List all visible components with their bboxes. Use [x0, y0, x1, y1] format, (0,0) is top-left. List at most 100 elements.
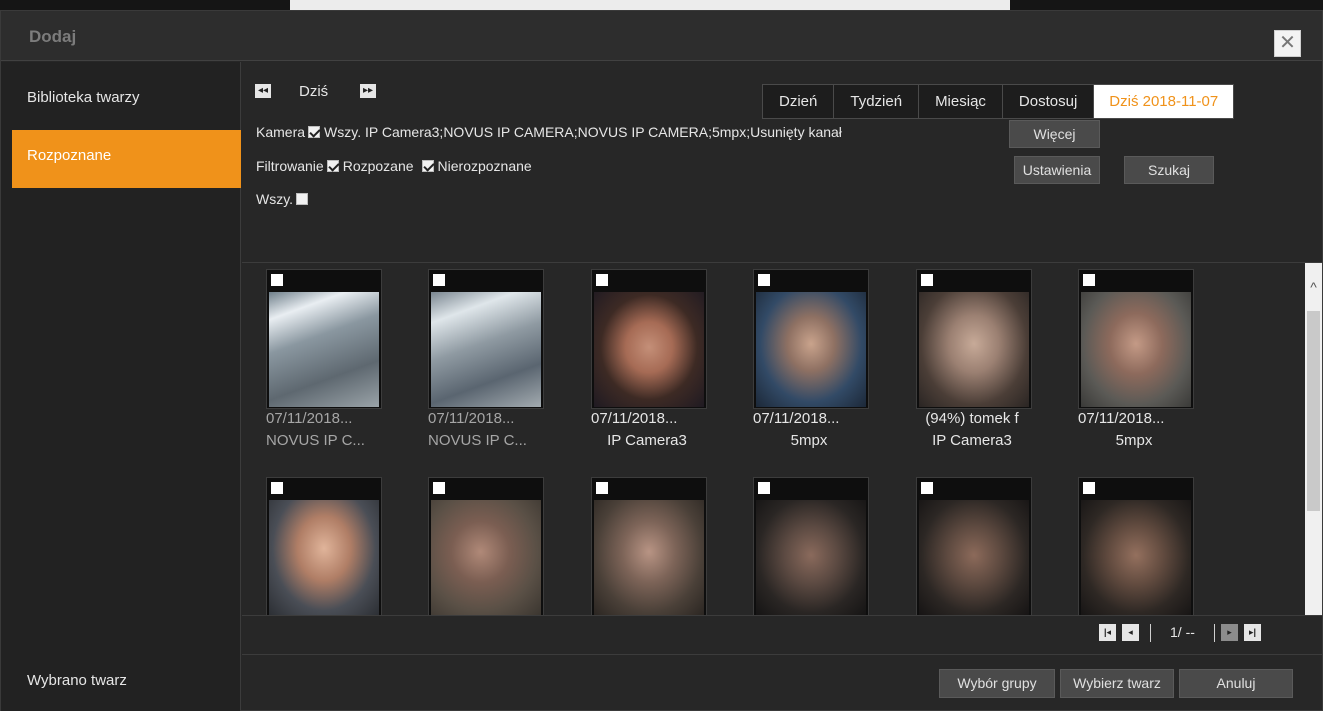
first-page-icon[interactable]: |◂ [1099, 624, 1116, 641]
tab-month[interactable]: Miesiąc [919, 85, 1003, 118]
face-gallery: 07/11/2018... NOVUS IP C... 07/11/2018... N… [242, 262, 1322, 655]
settings-button[interactable]: Ustawienia [1014, 156, 1100, 184]
select-face-button[interactable]: Wybierz twarz [1060, 669, 1174, 698]
face-thumbnail-frame[interactable] [916, 477, 1032, 617]
face-snapshot-image [756, 292, 866, 407]
face-select-checkbox[interactable] [921, 274, 933, 286]
face-snapshot-image [594, 292, 704, 407]
face-snapshot-image [919, 500, 1029, 615]
face-thumbnail-frame[interactable] [753, 477, 869, 617]
face-thumbnail-frame[interactable] [428, 269, 544, 409]
face-thumbnail-frame[interactable] [428, 477, 544, 617]
face-thumbnail-frame[interactable] [916, 269, 1032, 409]
today-label: Dziś [299, 83, 329, 100]
face-card-timestamp: 07/11/2018... [428, 410, 515, 427]
face-snapshot-image [431, 500, 541, 615]
search-button[interactable]: Szukaj [1124, 156, 1214, 184]
main-panel: ◂◂ Dziś ▸▸ Dzień Tydzień Miesiąc Dostosu… [242, 62, 1322, 711]
face-select-checkbox[interactable] [271, 274, 283, 286]
sidebar-item-label: Biblioteka twarzy [27, 89, 140, 106]
face-card-camera: IP Camera3 [932, 432, 1012, 449]
gallery-scrollbar[interactable]: ^ v [1305, 263, 1322, 655]
street-snapshot-image [431, 292, 541, 407]
face-thumbnail-frame[interactable] [591, 269, 707, 409]
rewind-icon: ◂◂ [257, 85, 269, 96]
tab-week[interactable]: Tydzień [834, 85, 920, 118]
pager-separator [1150, 624, 1151, 642]
face-thumbnail-frame[interactable] [591, 477, 707, 617]
street-snapshot-image [269, 292, 379, 407]
select-all-row: Wszy. [256, 191, 312, 207]
recognition-filter-row: Filtrowanie Rozpozane Nierozpoznane [256, 158, 532, 174]
recognized-checkbox[interactable] [326, 160, 339, 172]
group-select-button[interactable]: Wybór grupy [939, 669, 1055, 698]
filter-label: Filtrowanie [256, 158, 324, 174]
face-select-checkbox[interactable] [596, 274, 608, 286]
face-thumbnail-frame[interactable] [266, 477, 382, 617]
unrecognized-checkbox[interactable] [421, 160, 434, 172]
face-select-checkbox[interactable] [271, 482, 283, 494]
add-dialog: Dodaj ✕ Biblioteka twarzy Rozpoznane Wyb… [0, 10, 1323, 711]
prev-period-button[interactable]: ◂◂ [255, 84, 271, 98]
close-button[interactable]: ✕ [1274, 30, 1301, 57]
prev-page-icon[interactable]: ◂ [1122, 624, 1139, 641]
face-card-timestamp: 07/11/2018... [753, 410, 840, 427]
face-snapshot-image [269, 500, 379, 615]
selected-face-label: Wybrano twarz [27, 672, 127, 689]
select-all-checkbox[interactable] [296, 193, 309, 205]
unrecognized-label: Nierozpoznane [437, 158, 532, 174]
camera-all-checkbox[interactable] [308, 126, 321, 138]
period-selector: Dzień Tydzień Miesiąc Dostosuj Dziś 2018… [762, 84, 1235, 119]
top-strip-light [290, 0, 1010, 10]
face-card[interactable]: 07/11/2018... NOVUS IP C... [242, 263, 402, 458]
dialog-title: Dodaj [29, 27, 77, 46]
face-card[interactable]: 07/11/2018... IP Camera3 [567, 263, 727, 458]
face-card[interactable]: 07/11/2018... 5mpx [729, 263, 889, 458]
face-thumbnail-frame[interactable] [753, 269, 869, 409]
face-select-checkbox[interactable] [1083, 274, 1095, 286]
page-indicator: 1/ -- [1170, 624, 1195, 640]
face-card[interactable]: (94%) tomek f IP Camera3 [892, 263, 1052, 458]
face-select-checkbox[interactable] [596, 482, 608, 494]
face-card[interactable]: 07/11/2018... 5mpx [1054, 263, 1214, 458]
face-thumbnail-frame[interactable] [1078, 269, 1194, 409]
camera-filter-row: Kamera Wszy. IP Camera3;NOVUS IP CAMERA;N… [256, 124, 842, 140]
window-top-strip [0, 0, 1323, 10]
face-card[interactable]: 07/11/2018... NOVUS IP C... [404, 263, 564, 458]
camera-label: Kamera [256, 124, 306, 140]
face-card-camera: IP Camera3 [607, 432, 687, 449]
camera-value: Wszy. IP Camera3;NOVUS IP CAMERA;NOVUS I… [324, 124, 842, 140]
face-card-timestamp: 07/11/2018... [1078, 410, 1165, 427]
next-period-button[interactable]: ▸▸ [360, 84, 376, 98]
face-card-timestamp: 07/11/2018... [266, 410, 353, 427]
tab-today-date[interactable]: Dziś 2018-11-07 [1094, 85, 1234, 118]
next-page-icon[interactable]: ▸ [1221, 624, 1238, 641]
fast-forward-icon: ▸▸ [362, 85, 374, 96]
face-select-checkbox[interactable] [433, 274, 445, 286]
face-snapshot-image [1081, 292, 1191, 407]
scroll-thumb[interactable] [1307, 311, 1320, 511]
tab-day[interactable]: Dzień [763, 85, 835, 118]
pager-separator [1214, 624, 1215, 642]
scroll-up-icon[interactable]: ^ [1305, 279, 1322, 296]
face-snapshot-image [919, 292, 1029, 407]
sidebar-item-recognized[interactable]: Rozpoznane [12, 130, 241, 188]
face-card-camera: NOVUS IP C... [428, 432, 527, 449]
face-select-checkbox[interactable] [921, 482, 933, 494]
face-select-checkbox[interactable] [758, 274, 770, 286]
face-select-checkbox[interactable] [758, 482, 770, 494]
sidebar: Biblioteka twarzy Rozpoznane Wybrano twa… [1, 62, 241, 711]
face-card-camera: 5mpx [1115, 432, 1153, 449]
face-thumbnail-frame[interactable] [266, 269, 382, 409]
sidebar-item-face-library[interactable]: Biblioteka twarzy [12, 72, 241, 130]
pager-bar: |◂ ◂ 1/ -- ▸ ▸| [242, 615, 1322, 655]
face-card-camera: NOVUS IP C... [266, 432, 365, 449]
select-all-label: Wszy. [256, 191, 294, 207]
face-select-checkbox[interactable] [1083, 482, 1095, 494]
face-select-checkbox[interactable] [433, 482, 445, 494]
face-thumbnail-frame[interactable] [1078, 477, 1194, 617]
last-page-icon[interactable]: ▸| [1244, 624, 1261, 641]
tab-custom[interactable]: Dostosuj [1002, 85, 1095, 118]
more-button[interactable]: Więcej [1009, 120, 1100, 148]
cancel-button[interactable]: Anuluj [1179, 669, 1293, 698]
